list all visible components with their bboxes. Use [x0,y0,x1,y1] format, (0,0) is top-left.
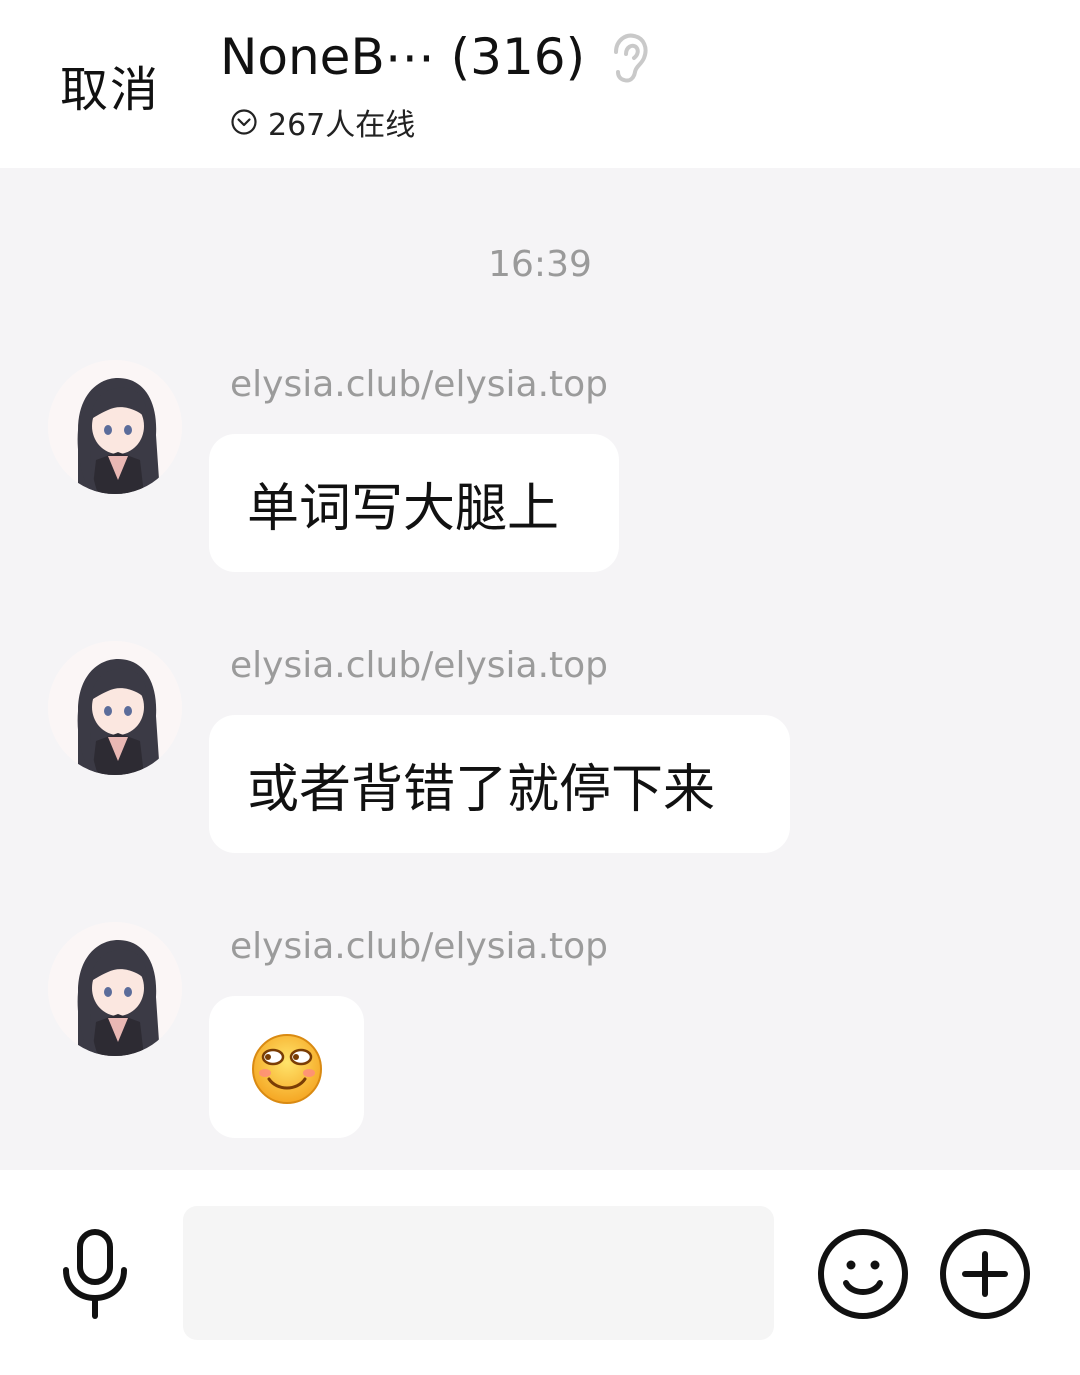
chat-screen: 取消 NoneB⋯ (316) 267人在线 16:39 elysia.club… [0,0,1080,1375]
message-input[interactable] [183,1206,774,1340]
sender-name[interactable]: elysia.club/elysia.top [230,364,608,405]
group-name: NoneB⋯ [220,28,435,86]
avatar[interactable] [48,641,182,775]
message-text: 或者背错了就停下来 [247,759,716,820]
cancel-button[interactable]: 取消 [60,50,160,120]
message-bubble[interactable] [209,996,364,1138]
sender-name[interactable]: elysia.club/elysia.top [230,926,608,967]
online-count: 267人在线 [268,108,416,143]
avatar-image [48,360,182,494]
message-text: 单词写大腿上 [247,478,560,539]
online-status[interactable]: 267人在线 [230,102,416,143]
chat-message: elysia.club/elysia.top 单词写大腿上 [0,360,1080,580]
avatar-image [48,641,182,775]
plus-circle-icon[interactable] [938,1227,1032,1321]
group-title[interactable]: NoneB⋯ (316) [220,28,585,86]
message-bubble[interactable]: 或者背错了就停下来 [209,715,790,853]
chevron-down-circle-icon [231,109,257,135]
message-bubble[interactable]: 单词写大腿上 [209,434,619,572]
avatar[interactable] [48,922,182,1056]
smiley-face-icon[interactable] [816,1227,910,1321]
message-timestamp: 16:39 [488,244,592,285]
ear-icon[interactable] [604,30,654,86]
chat-message: elysia.club/elysia.top [0,922,1080,1142]
smirk-face-emoji [251,1034,322,1104]
microphone-icon[interactable] [56,1226,134,1322]
avatar[interactable] [48,360,182,494]
chat-message: elysia.club/elysia.top 或者背错了就停下来 [0,641,1080,861]
member-count: (316) [450,28,586,86]
chat-header: 取消 NoneB⋯ (316) 267人在线 [0,0,1080,168]
avatar-image [48,922,182,1056]
sender-name[interactable]: elysia.club/elysia.top [230,645,608,686]
